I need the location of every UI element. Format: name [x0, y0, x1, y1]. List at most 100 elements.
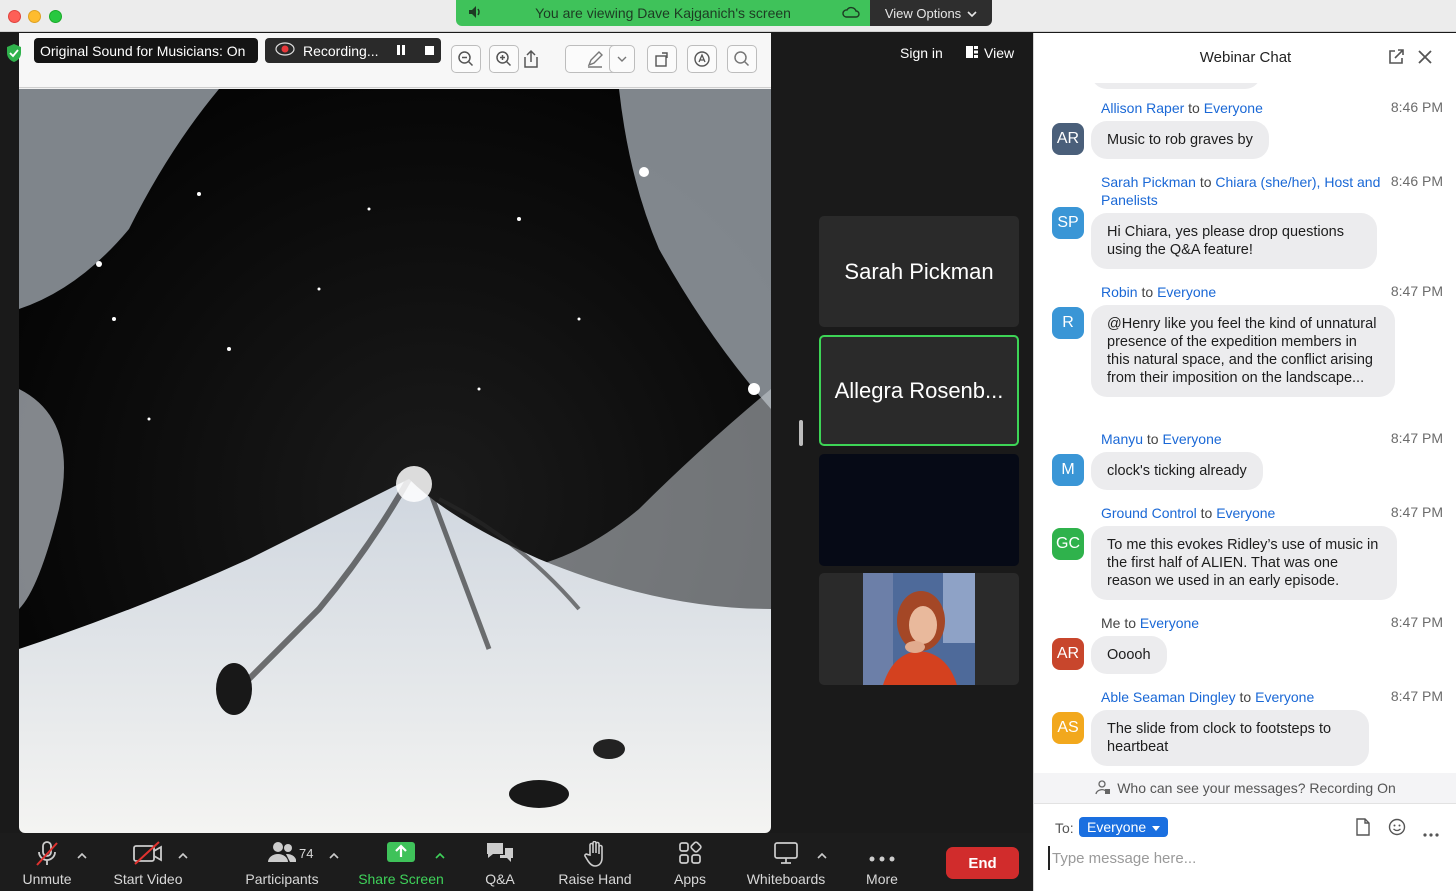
view-layout-button[interactable]: View — [966, 45, 1014, 61]
end-meeting-button[interactable]: End — [946, 847, 1019, 879]
visibility-note-text: Who can see your messages? Recording On — [1117, 780, 1396, 796]
message-time: 8:47 PM — [1390, 283, 1443, 299]
stop-recording-button[interactable] — [424, 43, 435, 59]
message-header: Able Seaman Dingley to Everyone — [1101, 688, 1381, 706]
chevron-up-icon[interactable] — [329, 847, 339, 865]
pop-out-icon[interactable] — [1387, 48, 1405, 71]
more-button[interactable]: More — [856, 833, 908, 891]
chevron-down-icon — [609, 45, 635, 73]
zoom-webinar-window: You are viewing Dave Kajganich's screen … — [0, 0, 1456, 891]
message-visibility-note[interactable]: Who can see your messages? Recording On — [1034, 773, 1456, 803]
participant-video-tile[interactable] — [819, 573, 1019, 685]
message-bubble: To me this evokes Ridley’s use of music … — [1091, 526, 1397, 600]
recording-label: Recording... — [303, 42, 379, 59]
start-video-label: Start Video — [113, 871, 183, 887]
avatar: AR — [1052, 638, 1084, 670]
message-bubble: Hi Chiara, yes please drop questions usi… — [1091, 213, 1377, 269]
emoji-icon[interactable] — [1388, 818, 1406, 841]
message-header: Robin to Everyone — [1101, 283, 1381, 301]
panel-resize-handle[interactable] — [799, 420, 803, 446]
apps-label: Apps — [674, 871, 706, 887]
participants-count: 74 — [299, 846, 314, 861]
participant-tile-active-speaker[interactable]: Allegra Rosenb... — [819, 335, 1019, 446]
close-icon[interactable] — [1416, 48, 1434, 71]
message-header: Allison Raper to Everyone — [1101, 99, 1381, 117]
webinar-chat-panel: Webinar Chat Allison Raper to Everyone 8… — [1033, 33, 1456, 891]
search-icon — [727, 45, 757, 73]
whiteboards-label: Whiteboards — [746, 871, 826, 887]
more-dots-icon — [869, 849, 895, 865]
recording-icon — [275, 42, 295, 59]
avatar: M — [1052, 454, 1084, 486]
apps-icon — [678, 841, 702, 868]
unmute-label: Unmute — [22, 871, 72, 887]
chevron-up-icon[interactable] — [435, 847, 445, 865]
chevron-up-icon[interactable] — [817, 847, 827, 865]
original-sound-label: Original Sound for Musicians: On — [40, 42, 246, 59]
chevron-up-icon[interactable] — [77, 847, 87, 865]
message-time: 8:47 PM — [1390, 688, 1443, 704]
qa-button[interactable]: Q&A — [474, 833, 526, 891]
participant-name: Allegra Rosenb... — [834, 377, 1004, 403]
sign-in-link[interactable]: Sign in — [900, 45, 943, 61]
message-header: Sarah Pickman to Chiara (she/her), Host … — [1101, 173, 1381, 209]
participants-button[interactable]: 74 Participants — [238, 833, 326, 891]
chevron-up-icon[interactable] — [178, 847, 188, 865]
pause-recording-button[interactable] — [396, 43, 406, 59]
chat-header: Webinar Chat — [1034, 33, 1456, 83]
avatar: AR — [1052, 123, 1084, 155]
to-word: to — [1200, 505, 1213, 521]
sender-name: Manyu — [1101, 431, 1144, 447]
recipient-select[interactable]: Everyone — [1079, 817, 1169, 837]
more-dots-icon[interactable] — [1423, 824, 1439, 842]
avatar: SP — [1052, 207, 1084, 239]
view-options-button[interactable]: View Options — [870, 0, 992, 26]
meeting-stage: Original Sound for Musicians: On Recordi… — [0, 33, 1033, 833]
apps-button[interactable]: Apps — [664, 833, 716, 891]
sender-name: Allison Raper — [1101, 100, 1185, 116]
minimize-window-button[interactable] — [28, 10, 41, 23]
share-screen-icon — [387, 841, 415, 866]
unmute-button[interactable]: Unmute — [14, 833, 80, 891]
message-bubble: clock's ticking already — [1091, 452, 1263, 490]
avatar: R — [1052, 307, 1084, 339]
grid-icon — [966, 45, 978, 61]
message-bubble: Music to rob graves by — [1091, 121, 1269, 159]
chat-bubble-partial — [1091, 83, 1261, 89]
cloud-icon — [842, 5, 860, 22]
chat-message-list[interactable]: Allison Raper to Everyone 8:46 PM AR Mus… — [1034, 83, 1456, 773]
participant-tile[interactable]: Sarah Pickman — [819, 216, 1019, 327]
message-bubble: The slide from clock to footsteps to hea… — [1091, 710, 1369, 766]
message-header: Ground Control to Everyone — [1101, 504, 1381, 522]
original-sound-toggle[interactable]: Original Sound for Musicians: On — [34, 38, 258, 63]
whiteboard-icon — [773, 841, 799, 868]
message-time: 8:47 PM — [1390, 430, 1443, 446]
more-label: More — [866, 871, 898, 887]
qa-icon — [485, 841, 515, 868]
avatar: GC — [1052, 528, 1084, 560]
raise-hand-button[interactable]: Raise Hand — [552, 833, 638, 891]
to-word: to — [1188, 100, 1200, 116]
meeting-controls-bar: Unmute Start Video 74 Participants Share… — [0, 833, 1033, 891]
share-icon — [516, 45, 546, 73]
participants-label: Participants — [245, 871, 319, 887]
to-label: To: — [1055, 820, 1074, 836]
file-icon[interactable] — [1355, 818, 1371, 841]
zoom-in-icon — [489, 45, 519, 73]
raise-hand-icon — [583, 840, 607, 870]
share-banner-text: You are viewing Dave Kajganich's screen — [535, 5, 791, 21]
shared-artwork-image — [19, 89, 771, 833]
message-header: Manyu to Everyone — [1101, 430, 1381, 448]
zoom-out-icon — [451, 45, 481, 73]
message-time: 8:46 PM — [1390, 173, 1443, 189]
sender-name: Able Seaman Dingley — [1101, 689, 1236, 705]
close-window-button[interactable] — [8, 10, 21, 23]
zoom-window-button[interactable] — [49, 10, 62, 23]
participant-video-tile[interactable] — [819, 454, 1019, 566]
message-input[interactable] — [1048, 846, 1438, 870]
recipient-name: Everyone — [1255, 689, 1315, 705]
message-bubble: Ooooh — [1091, 636, 1167, 674]
to-word: to — [1239, 689, 1252, 705]
muted-microphone-icon — [33, 841, 61, 870]
message-time: 8:47 PM — [1390, 504, 1443, 520]
